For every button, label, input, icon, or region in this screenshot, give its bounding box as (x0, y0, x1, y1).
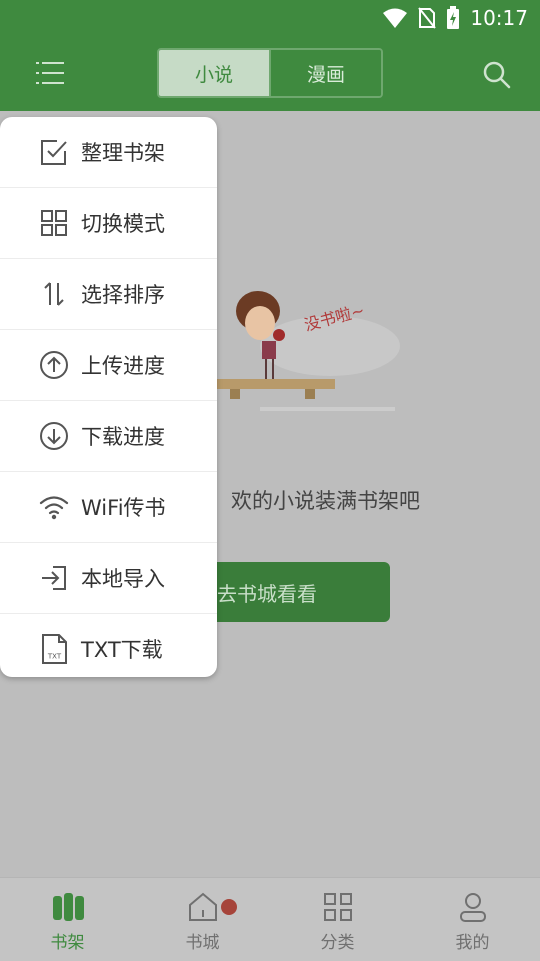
download-icon (38, 420, 70, 452)
search-icon (483, 61, 511, 89)
menu-item-label: TXT下载 (81, 638, 163, 662)
bottom-navigation: 书架 书城 分类 我的 (0, 877, 540, 961)
txt-file-icon: TXT (38, 633, 70, 665)
import-icon (38, 562, 70, 594)
menu-item-label: WiFi传书 (81, 496, 166, 520)
status-time: 10:17 (470, 6, 528, 30)
shelf-options-menu: 整理书架 切换模式 选择排序 上传进度 下载进度 WiFi传书 本地导入 TXT… (0, 117, 217, 677)
nav-bookshelf[interactable]: 书架 (0, 878, 135, 961)
wifi-signal-icon (382, 7, 408, 29)
menu-item-organize-shelf[interactable]: 整理书架 (0, 117, 217, 188)
menu-item-wifi-transfer[interactable]: WiFi传书 (0, 472, 217, 543)
tab-novel[interactable]: 小说 (159, 50, 269, 96)
bookshelf-icon (52, 893, 84, 921)
nav-label: 书城 (185, 933, 220, 953)
menu-item-switch-mode[interactable]: 切换模式 (0, 188, 217, 259)
profile-icon (459, 893, 486, 922)
menu-list-icon (36, 62, 64, 84)
search-button[interactable] (482, 60, 512, 90)
nav-label: 我的 (455, 933, 490, 953)
sort-icon (38, 278, 70, 310)
menu-item-label: 下载进度 (81, 425, 165, 449)
empty-shelf-illustration: 没书啦~ (200, 291, 400, 411)
menu-item-local-import[interactable]: 本地导入 (0, 543, 217, 614)
menu-item-sort[interactable]: 选择排序 (0, 259, 217, 330)
nav-category[interactable]: 分类 (270, 878, 405, 961)
menu-item-label: 本地导入 (81, 567, 165, 591)
no-sim-icon (418, 7, 437, 29)
content-type-switch: 小说 漫画 (157, 48, 383, 98)
battery-charging-icon (446, 6, 460, 30)
nav-label: 书架 (50, 933, 85, 953)
menu-item-label: 切换模式 (81, 212, 165, 236)
status-bar: 10:17 (0, 0, 540, 36)
go-to-bookstore-button[interactable]: 去书城看看 (195, 562, 390, 622)
home-icon (188, 892, 217, 921)
notification-badge (221, 899, 237, 915)
nav-bookstore[interactable]: 书城 (135, 878, 270, 961)
menu-item-txt-download[interactable]: TXT TXT下载 (0, 614, 217, 677)
app-bar: 小说 漫画 (0, 36, 540, 111)
menu-item-label: 选择排序 (81, 283, 165, 307)
nav-profile[interactable]: 我的 (405, 878, 540, 961)
menu-item-upload-progress[interactable]: 上传进度 (0, 330, 217, 401)
menu-item-label: 整理书架 (81, 141, 165, 165)
category-icon (323, 893, 352, 921)
wifi-icon (38, 491, 70, 523)
menu-item-label: 上传进度 (81, 354, 165, 378)
tab-comic[interactable]: 漫画 (269, 50, 381, 96)
checkbox-icon (38, 136, 70, 168)
svg-text:TXT: TXT (47, 653, 62, 661)
menu-button[interactable] (34, 59, 66, 89)
menu-item-download-progress[interactable]: 下载进度 (0, 401, 217, 472)
upload-icon (38, 349, 70, 381)
grid-icon (38, 207, 70, 239)
nav-label: 分类 (320, 933, 355, 953)
